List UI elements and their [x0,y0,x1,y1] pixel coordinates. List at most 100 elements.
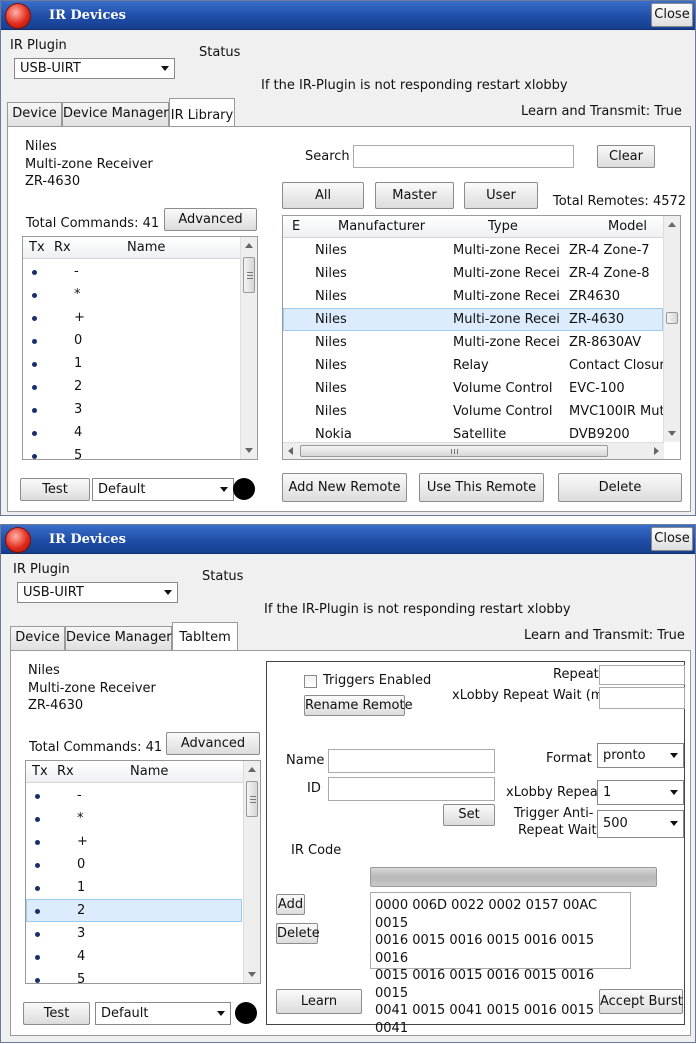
scroll-left-icon[interactable] [288,447,293,455]
default-select[interactable]: Default [95,1002,231,1025]
col-rx[interactable]: Rx [54,240,71,255]
delete-remote-button[interactable]: Delete [558,473,682,502]
list-item[interactable]: * [23,284,241,307]
accept-burst-button[interactable]: Accept Burst [599,989,683,1014]
list-item[interactable]: 4 [23,422,241,445]
table-row[interactable]: Niles Multi-zone Recei ZR-8630AV [283,332,664,355]
hscroll-thumb[interactable] [300,445,608,457]
list-item[interactable]: * [26,808,244,831]
table-row-selected[interactable]: Niles Multi-zone Recei ZR-4630 [283,308,663,331]
list-item[interactable]: + [26,831,244,854]
filter-master-button[interactable]: Master [375,182,454,209]
list-item[interactable]: - [26,785,244,808]
table-row[interactable]: Niles Multi-zone Recei ZR-4 Zone-8 [283,263,664,286]
tab-device-manager[interactable]: Device Manager [62,102,169,126]
close-button[interactable]: Close [651,3,693,27]
ir-plugin-select[interactable]: USB-UIRT [17,582,178,603]
list-item-selected[interactable]: 2 [26,899,242,922]
repeat-wait-input[interactable] [599,687,685,709]
command-list-scrollbar[interactable] [243,761,260,983]
table-row[interactable]: Niles Multi-zone Recei ZR4630 [283,286,664,309]
ir-code-textarea[interactable]: 0000 006D 0022 0002 0157 00AC 0015 0016 … [370,892,631,1036]
tab-tabitem[interactable]: TabItem [172,622,238,650]
scroll-right-icon[interactable] [654,447,659,455]
scroll-up-icon[interactable] [245,243,253,248]
trigger-anti-repeat-select[interactable]: 500 [597,810,684,838]
tab-device[interactable]: Device [10,626,65,650]
table-row[interactable]: Nokia Satellite DVB9200 [283,424,664,441]
set-button[interactable]: Set [443,804,495,826]
table-row[interactable]: Niles Relay Contact Closure [283,355,664,378]
cell-model: ZR-4 Zone-7 [569,243,650,258]
scroll-down-icon[interactable] [668,431,676,436]
rename-remote-button[interactable]: Rename Remote [304,695,413,716]
id-input[interactable] [328,777,495,801]
filter-all-button[interactable]: All [282,182,364,209]
add-new-remote-button[interactable]: Add New Remote [282,473,407,502]
test-button[interactable]: Test [23,1002,90,1025]
list-item[interactable]: 1 [23,353,241,376]
scroll-thumb[interactable] [243,257,255,293]
xlobby-repeat-select[interactable]: 1 [597,780,684,805]
list-item[interactable]: 0 [26,854,244,877]
list-item[interactable]: 3 [26,923,244,946]
scroll-thumb[interactable] [246,781,258,817]
col-model[interactable]: Model [608,219,647,234]
advanced-button[interactable]: Advanced [164,208,257,231]
id-label: ID [307,781,321,796]
ir-plugin-select[interactable]: USB-UIRT [14,58,175,79]
scroll-down-icon[interactable] [245,448,253,453]
command-list[interactable]: Tx Rx Name - * + 0 1 2 3 4 5 [25,760,261,984]
tab-device[interactable]: Device [7,102,62,126]
col-rx[interactable]: Rx [57,764,74,779]
list-item[interactable]: + [23,307,241,330]
col-tx[interactable]: Tx [29,240,45,255]
table-row[interactable]: Niles Volume Control EVC-100 [283,378,664,401]
clear-button[interactable]: Clear [597,145,655,168]
add-code-button[interactable]: Add [276,894,305,915]
col-e[interactable]: E [292,219,300,234]
library-vscrollbar[interactable] [663,216,680,442]
list-item[interactable]: 4 [26,946,244,969]
list-item[interactable]: 5 [26,969,244,983]
col-tx[interactable]: Tx [32,764,48,779]
learn-button[interactable]: Learn [276,989,362,1014]
tab-device-manager[interactable]: Device Manager [65,626,172,650]
list-item[interactable]: - [23,261,241,284]
close-button[interactable]: Close [651,527,693,551]
test-button[interactable]: Test [20,478,90,501]
triggers-enabled-checkbox[interactable] [304,675,317,688]
list-item[interactable]: 5 [23,445,241,459]
col-name[interactable]: Name [130,764,168,779]
scroll-up-icon[interactable] [248,767,256,772]
tab-ir-library[interactable]: IR Library [169,98,235,126]
delete-code-button[interactable]: Delete [276,923,320,944]
scroll-up-icon[interactable] [668,222,676,227]
advanced-button[interactable]: Advanced [166,732,260,755]
col-name[interactable]: Name [127,240,165,255]
tx-dot-icon [35,955,40,960]
command-list-scrollbar[interactable] [240,237,257,459]
cell-manufacturer: Niles [315,289,347,304]
scroll-thumb[interactable] [666,312,678,324]
list-item[interactable]: 2 [23,376,241,399]
format-select[interactable]: pronto [597,743,684,768]
search-input[interactable] [353,145,574,168]
col-type[interactable]: Type [488,219,518,234]
scroll-down-icon[interactable] [248,972,256,977]
list-item[interactable]: 1 [26,877,244,900]
repeat-input[interactable] [599,665,685,685]
col-manufacturer[interactable]: Manufacturer [338,219,425,234]
list-item[interactable]: 3 [23,399,241,422]
filter-user-button[interactable]: User [464,182,538,209]
table-row[interactable]: Niles Multi-zone Recei ZR-4 Zone-7 [283,240,664,263]
default-select[interactable]: Default [92,478,234,501]
library-hscrollbar[interactable] [283,442,664,459]
command-list[interactable]: Tx Rx Name - * + 0 1 2 3 4 5 [22,236,258,460]
remote-library-list[interactable]: E Manufacturer Type Model Niles Multi-zon… [282,215,681,460]
use-this-remote-button[interactable]: Use This Remote [419,473,544,502]
device-type: Multi-zone Receiver [28,681,156,696]
list-item[interactable]: 0 [23,330,241,353]
name-input[interactable] [328,749,495,773]
table-row[interactable]: Niles Volume Control MVC100IR Mute [283,401,664,424]
